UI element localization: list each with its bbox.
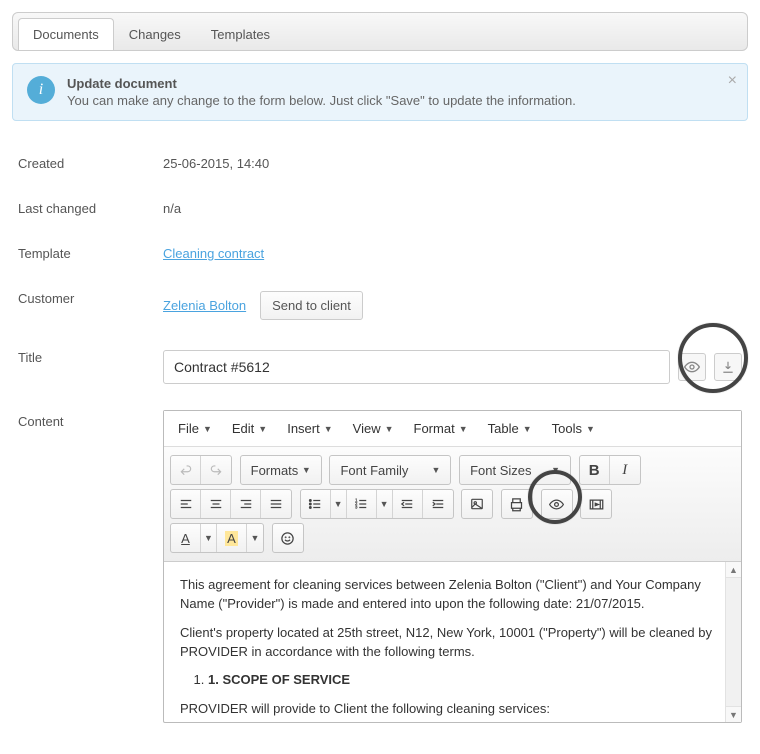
bullet-list-icon: [308, 497, 322, 511]
text-color-button[interactable]: A: [171, 524, 201, 552]
body-paragraph: This agreement for cleaning services bet…: [180, 576, 725, 614]
align-left-icon: [179, 497, 193, 511]
tab-documents[interactable]: Documents: [18, 18, 114, 50]
template-label: Template: [18, 242, 163, 261]
download-button[interactable]: [714, 353, 742, 381]
caret-icon: ▼: [586, 424, 595, 434]
italic-icon: I: [622, 462, 627, 479]
print-button[interactable]: [502, 490, 532, 518]
menu-file[interactable]: File▼: [178, 421, 212, 436]
bg-color-dropdown[interactable]: ▼: [247, 524, 263, 552]
redo-icon: [209, 463, 223, 477]
outdent-icon: [400, 497, 414, 511]
print-icon: [509, 497, 524, 512]
template-link[interactable]: Cleaning contract: [163, 246, 264, 261]
menu-tools[interactable]: Tools▼: [552, 421, 595, 436]
font-sizes-dropdown[interactable]: Font Sizes▼: [460, 456, 570, 484]
title-label: Title: [18, 346, 163, 365]
body-paragraph: Client's property located at 25th street…: [180, 624, 725, 662]
indent-button[interactable]: [423, 490, 453, 518]
numbered-list-icon: 123: [354, 497, 368, 511]
caret-icon: ▼: [523, 424, 532, 434]
editor-toolbar: Formats ▼ Font Family▼ Font Sizes▼ B I: [164, 447, 741, 562]
menu-table[interactable]: Table▼: [488, 421, 532, 436]
numbered-list-button[interactable]: 123: [347, 490, 377, 518]
menu-edit[interactable]: Edit▼: [232, 421, 267, 436]
align-justify-icon: [269, 497, 283, 511]
menu-insert[interactable]: Insert▼: [287, 421, 332, 436]
editor-content[interactable]: This agreement for cleaning services bet…: [164, 562, 741, 722]
customer-label: Customer: [18, 287, 163, 306]
created-value: 25-06-2015, 14:40: [163, 152, 742, 171]
align-right-icon: [239, 497, 253, 511]
body-list-item: 1. SCOPE OF SERVICE: [208, 671, 725, 690]
italic-button[interactable]: I: [610, 456, 640, 484]
outdent-button[interactable]: [393, 490, 423, 518]
redo-button[interactable]: [201, 456, 231, 484]
caret-icon: ▼: [459, 424, 468, 434]
undo-button[interactable]: [171, 456, 201, 484]
menu-view[interactable]: View▼: [353, 421, 394, 436]
alert-message: You can make any change to the form belo…: [67, 93, 576, 108]
caret-icon: ▼: [258, 424, 267, 434]
download-icon: [721, 360, 735, 374]
send-to-client-button[interactable]: Send to client: [260, 291, 363, 320]
editor-menubar: File▼ Edit▼ Insert▼ View▼ Format▼ Table▼…: [164, 411, 741, 447]
last-changed-label: Last changed: [18, 197, 163, 216]
caret-icon: ▼: [203, 424, 212, 434]
last-changed-value: n/a: [163, 197, 742, 216]
insert-media-button[interactable]: [581, 490, 611, 518]
scroll-up-icon[interactable]: ▲: [726, 562, 741, 578]
insert-image-button[interactable]: [462, 490, 492, 518]
title-input[interactable]: [163, 350, 670, 384]
tab-templates[interactable]: Templates: [196, 18, 285, 50]
caret-icon: ▼: [324, 424, 333, 434]
align-justify-button[interactable]: [261, 490, 291, 518]
preview-button[interactable]: [678, 353, 706, 381]
info-icon: i: [27, 76, 55, 104]
svg-text:3: 3: [355, 505, 358, 510]
undo-icon: [179, 463, 193, 477]
bold-icon: B: [589, 462, 600, 479]
font-family-dropdown[interactable]: Font Family▼: [330, 456, 450, 484]
align-left-button[interactable]: [171, 490, 201, 518]
align-right-button[interactable]: [231, 490, 261, 518]
media-icon: [589, 497, 604, 512]
eye-icon: [684, 359, 700, 375]
image-icon: [470, 497, 484, 511]
eye-icon: [549, 497, 564, 512]
update-alert: i Update document You can make any chang…: [12, 63, 748, 121]
bg-color-button[interactable]: A: [217, 524, 247, 552]
customer-link[interactable]: Zelenia Bolton: [163, 298, 246, 313]
created-label: Created: [18, 152, 163, 171]
numbered-list-dropdown[interactable]: ▼: [377, 490, 393, 518]
align-center-button[interactable]: [201, 490, 231, 518]
text-color-icon: A: [181, 531, 190, 546]
alert-title: Update document: [67, 76, 576, 91]
editor-scrollbar[interactable]: ▲ ▼: [725, 562, 741, 722]
tab-bar: Documents Changes Templates: [12, 12, 748, 51]
bullet-list-button[interactable]: [301, 490, 331, 518]
caret-icon: ▼: [385, 424, 394, 434]
indent-icon: [431, 497, 445, 511]
content-label: Content: [18, 410, 163, 429]
smiley-icon: [280, 531, 295, 546]
alert-close-icon[interactable]: ×: [728, 72, 737, 90]
text-color-dropdown[interactable]: ▼: [201, 524, 217, 552]
bullet-list-dropdown[interactable]: ▼: [331, 490, 347, 518]
bold-button[interactable]: B: [580, 456, 610, 484]
align-center-icon: [209, 497, 223, 511]
formats-dropdown[interactable]: Formats ▼: [241, 456, 321, 484]
bg-color-icon: A: [225, 531, 238, 546]
body-paragraph: PROVIDER will provide to Client the foll…: [180, 700, 725, 719]
tab-changes[interactable]: Changes: [114, 18, 196, 50]
preview-button-toolbar[interactable]: [542, 490, 572, 518]
emoticon-button[interactable]: [273, 524, 303, 552]
scroll-down-icon[interactable]: ▼: [726, 706, 741, 722]
rich-text-editor: File▼ Edit▼ Insert▼ View▼ Format▼ Table▼…: [163, 410, 742, 723]
menu-format[interactable]: Format▼: [414, 421, 468, 436]
